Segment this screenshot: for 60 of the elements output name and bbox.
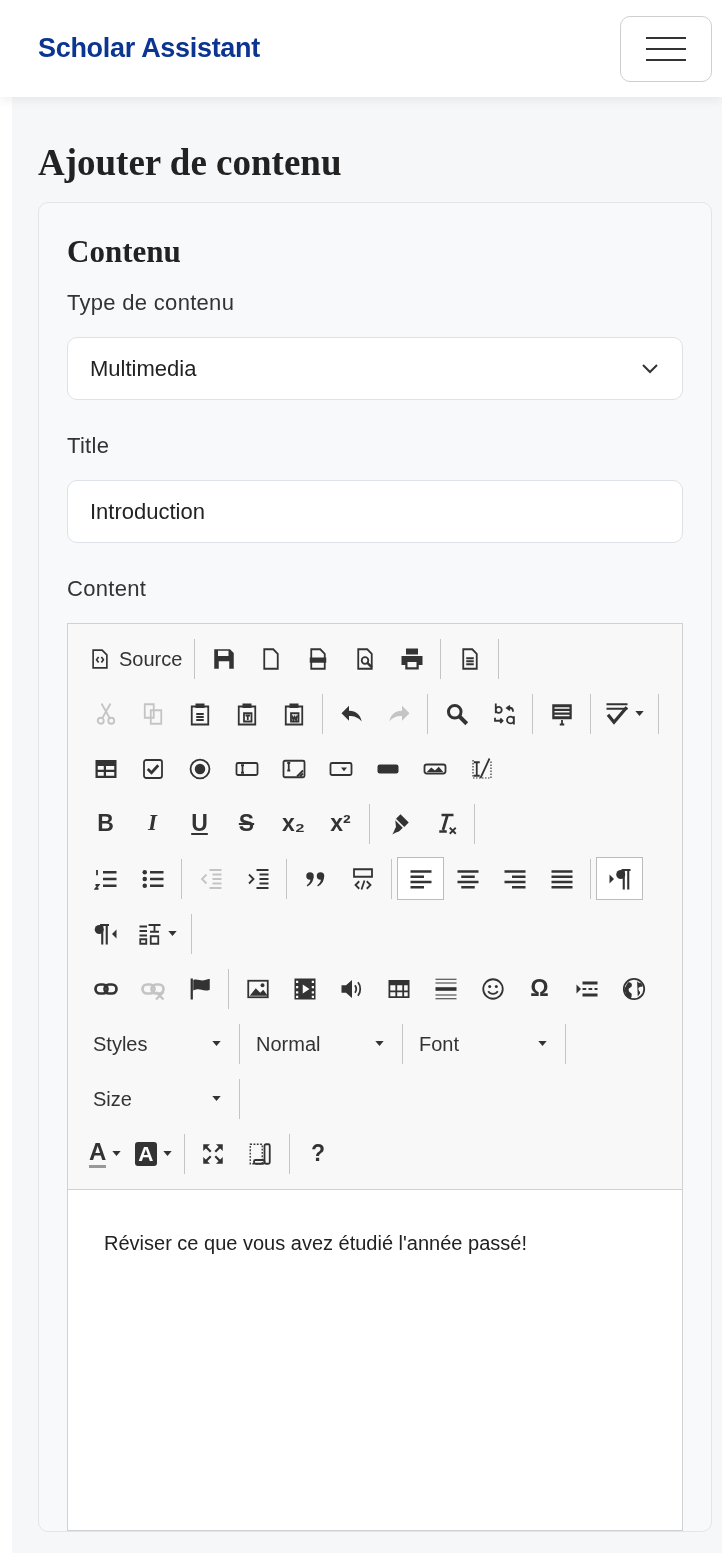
brand-link[interactable]: Scholar Assistant xyxy=(38,28,260,69)
toolbar-button[interactable]: Ω xyxy=(516,967,563,1010)
caret-icon xyxy=(168,931,177,936)
editor-text: Réviser ce que vous avez étudié l'année passé! xyxy=(104,1231,528,1256)
expand-icon xyxy=(201,1141,225,1166)
search-icon xyxy=(444,701,469,726)
caret-icon xyxy=(162,1151,172,1156)
caret-icon xyxy=(112,1151,122,1156)
pilcrow-left-icon xyxy=(93,921,118,946)
menu-button[interactable] xyxy=(620,15,712,82)
format-dropdown[interactable]: Normal xyxy=(245,1022,397,1065)
horizontal-line-icon xyxy=(433,976,458,1001)
div-container-icon xyxy=(350,866,375,891)
source-icon xyxy=(89,647,111,670)
toolbar-button[interactable]: U xyxy=(176,802,223,845)
page-title: Ajouter de contenu xyxy=(38,143,343,183)
toolbar-button[interactable] xyxy=(397,857,444,900)
toolbar-button[interactable]: I xyxy=(129,802,176,845)
toolbar-button[interactable]: B xyxy=(82,802,129,845)
caret-icon xyxy=(212,1041,221,1046)
format-dropdown[interactable]: Styles xyxy=(82,1022,234,1065)
format-dropdown[interactable]: Size xyxy=(82,1077,234,1120)
background-color-button[interactable]: A xyxy=(128,1132,179,1175)
caret-icon xyxy=(635,711,644,716)
radio-icon xyxy=(187,756,212,781)
toolbar-button[interactable]: x₂ xyxy=(270,802,317,845)
pilcrow-right-icon xyxy=(607,866,632,891)
source-button[interactable]: Source xyxy=(82,637,190,680)
spellcheck-icon xyxy=(605,701,629,726)
caret-icon xyxy=(375,1041,384,1046)
toolbar-button[interactable]: ? xyxy=(294,1132,342,1175)
field-label: Content xyxy=(67,575,148,603)
show-blocks-icon xyxy=(248,1141,272,1166)
format-dropdown[interactable]: Font xyxy=(408,1022,560,1065)
text-color-glyph: A xyxy=(89,1139,107,1168)
caret-icon xyxy=(212,1096,221,1101)
printer-icon xyxy=(399,646,424,671)
replace-icon xyxy=(491,701,516,726)
film-icon xyxy=(292,976,317,1001)
text-color-button[interactable]: A xyxy=(82,1132,129,1175)
toolbar-button[interactable] xyxy=(596,857,643,900)
checkbox-icon xyxy=(140,756,165,781)
field-label: Title xyxy=(67,432,111,460)
smiley-icon xyxy=(480,976,505,1001)
type-select[interactable]: Multimedia xyxy=(67,337,683,400)
background-color-glyph: A xyxy=(135,1141,157,1166)
language-icon xyxy=(138,921,162,946)
section-title: Contenu xyxy=(67,235,182,269)
menu-icon xyxy=(646,36,686,61)
outdent-icon xyxy=(198,866,223,891)
field-label: Type de contenu xyxy=(67,289,236,317)
toolbar-button[interactable]: S xyxy=(223,802,270,845)
title-input[interactable]: Introduction xyxy=(67,480,683,543)
caret-icon xyxy=(538,1041,547,1046)
select-all-icon xyxy=(549,701,574,726)
save-icon xyxy=(211,646,236,671)
hidden-field-icon xyxy=(469,756,494,781)
toolbar-button[interactable]: x² xyxy=(317,802,364,845)
globe-icon xyxy=(621,976,646,1001)
chevron-down-icon xyxy=(642,363,658,374)
